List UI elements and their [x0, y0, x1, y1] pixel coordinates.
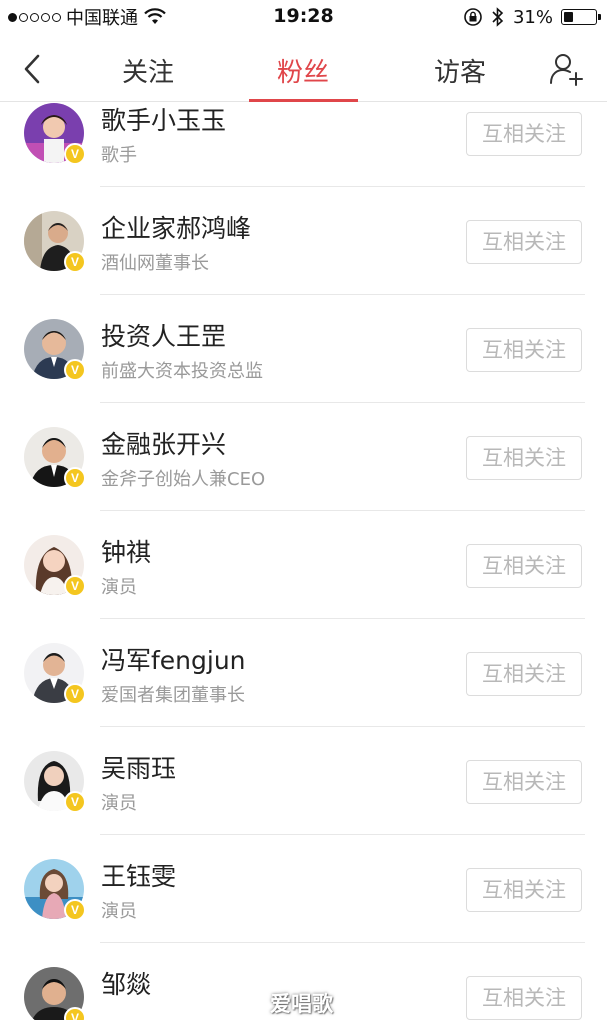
- list-item[interactable]: V 企业家郝鸿峰 酒仙网董事长 互相关注: [0, 187, 607, 295]
- fan-description: 金斧子创始人兼CEO: [101, 469, 266, 490]
- avatar-container: V: [24, 427, 86, 489]
- fan-name[interactable]: 投资人王罡: [101, 317, 226, 353]
- fan-name[interactable]: 钟祺: [101, 533, 151, 569]
- verified-badge-icon: V: [64, 467, 86, 489]
- avatar-container: V: [24, 103, 86, 165]
- add-user-icon[interactable]: [549, 51, 585, 87]
- fan-description: 演员: [101, 901, 137, 922]
- fan-name[interactable]: 吴雨珏: [101, 749, 176, 785]
- tab-visitors[interactable]: 访客: [420, 52, 500, 89]
- avatar-container: V: [24, 211, 86, 273]
- verified-badge-icon: V: [64, 251, 86, 273]
- nav-bar: 关注 粉丝 访客: [0, 36, 607, 102]
- verified-badge-icon: V: [64, 143, 86, 165]
- list-item[interactable]: V 王钰雯 演员 互相关注: [0, 835, 607, 943]
- mutual-follow-button[interactable]: 互相关注: [466, 436, 582, 480]
- list-item[interactable]: V 冯军fengjun 爱国者集团董事长 互相关注: [0, 619, 607, 727]
- mutual-follow-button[interactable]: 互相关注: [466, 544, 582, 588]
- verified-badge-icon: V: [64, 575, 86, 597]
- fan-description: 歌手: [101, 145, 137, 166]
- mutual-follow-button[interactable]: 互相关注: [466, 868, 582, 912]
- battery-percent: 31%: [512, 6, 553, 28]
- fan-name[interactable]: 王钰雯: [101, 857, 176, 893]
- rotation-lock-icon: [464, 8, 482, 26]
- fan-description: 爱国者集团董事长: [101, 685, 245, 706]
- tab-following[interactable]: 关注: [110, 52, 186, 89]
- mutual-follow-button[interactable]: 互相关注: [466, 652, 582, 696]
- avatar-container: V: [24, 319, 86, 381]
- mutual-follow-button[interactable]: 互相关注: [466, 976, 582, 1020]
- avatar-container: V: [24, 535, 86, 597]
- fans-list: V 歌手小玉玉 歌手 互相关注 V 企业家郝鸿峰 酒仙网董事长 互相关注 V 投…: [0, 103, 607, 1020]
- fan-name[interactable]: 歌手小玉玉: [101, 103, 226, 137]
- verified-badge-icon: V: [64, 899, 86, 921]
- mutual-follow-button[interactable]: 互相关注: [466, 760, 582, 804]
- battery-icon: [561, 9, 601, 25]
- tab-fans[interactable]: 粉丝: [265, 52, 341, 89]
- chevron-left-icon[interactable]: [18, 52, 50, 86]
- active-tab-indicator: [249, 99, 358, 102]
- fan-description: 演员: [101, 793, 137, 814]
- status-bar: 中国联通 19:28 31%: [0, 0, 607, 36]
- fan-name[interactable]: 金融张开兴: [101, 425, 226, 461]
- fan-description: 前盛大资本投资总监: [101, 361, 263, 382]
- status-right: 31%: [463, 5, 601, 29]
- list-item[interactable]: V 金融张开兴 金斧子创始人兼CEO 互相关注: [0, 403, 607, 511]
- fan-name[interactable]: 邹燚: [101, 965, 151, 1001]
- avatar-container: V: [24, 967, 86, 1020]
- battery-level: [564, 12, 574, 22]
- fan-description: 酒仙网董事长: [101, 253, 209, 274]
- avatar-container: V: [24, 859, 86, 921]
- fan-name[interactable]: 企业家郝鸿峰: [101, 209, 251, 245]
- list-item[interactable]: V 吴雨珏 演员 互相关注: [0, 727, 607, 835]
- mutual-follow-button[interactable]: 互相关注: [466, 220, 582, 264]
- mutual-follow-button[interactable]: 互相关注: [466, 112, 582, 156]
- list-item[interactable]: V 歌手小玉玉 歌手 互相关注: [0, 103, 607, 187]
- bluetooth-icon: [492, 7, 504, 27]
- mutual-follow-button[interactable]: 互相关注: [466, 328, 582, 372]
- verified-badge-icon: V: [64, 359, 86, 381]
- fan-name[interactable]: 冯军fengjun: [101, 641, 246, 677]
- list-item[interactable]: V 投资人王罡 前盛大资本投资总监 互相关注: [0, 295, 607, 403]
- fan-description: 演员: [101, 577, 137, 598]
- verified-badge-icon: V: [64, 791, 86, 813]
- verified-badge-icon: V: [64, 1007, 86, 1020]
- avatar-container: V: [24, 643, 86, 705]
- watermark: 爱唱歌: [270, 992, 333, 1016]
- verified-badge-icon: V: [64, 683, 86, 705]
- avatar-container: V: [24, 751, 86, 813]
- list-item[interactable]: V 钟祺 演员 互相关注: [0, 511, 607, 619]
